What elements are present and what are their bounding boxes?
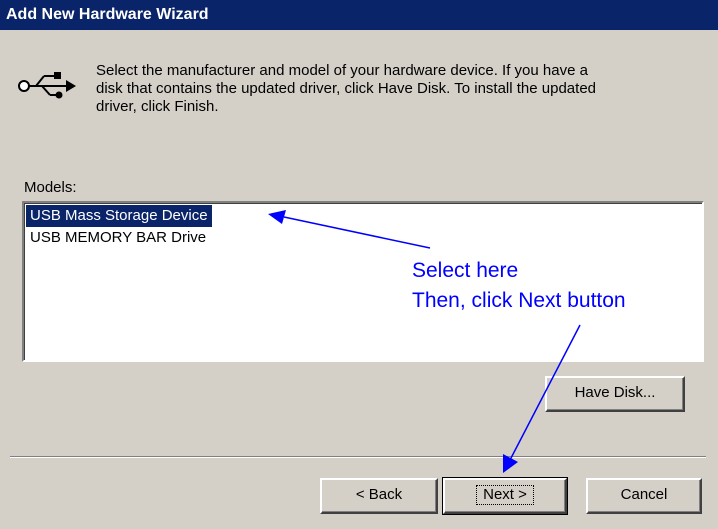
instruction-text: Select the manufacturer and model of you… <box>96 62 696 116</box>
back-button[interactable]: < Back <box>320 478 438 514</box>
models-label: Models: <box>24 179 77 196</box>
list-item-usb-mass-storage[interactable]: USB Mass Storage Device <box>26 205 212 227</box>
cancel-button[interactable]: Cancel <box>586 478 702 514</box>
next-button[interactable]: Next > <box>442 477 568 515</box>
usb-icon <box>18 72 76 99</box>
instruction-line: driver, click Finish. <box>96 98 219 115</box>
instruction-line: disk that contains the updated driver, c… <box>96 80 597 97</box>
annotation-line: Then, click Next button <box>412 289 626 312</box>
next-label: Next > <box>476 485 534 505</box>
window-title: Add New Hardware Wizard <box>6 6 209 23</box>
have-disk-button[interactable]: Have Disk... <box>545 376 685 412</box>
cancel-label: Cancel <box>620 486 668 503</box>
back-label: < Back <box>355 486 403 503</box>
annotation-text: Select here Then, click Next button <box>412 256 626 316</box>
annotation-line: Select here <box>412 259 519 282</box>
separator <box>10 456 706 458</box>
list-item-usb-memory-bar[interactable]: USB MEMORY BAR Drive <box>26 227 210 249</box>
instruction-line: Select the manufacturer and model of you… <box>96 62 588 79</box>
have-disk-label: Have Disk... <box>574 384 656 401</box>
title-bar: Add New Hardware Wizard <box>0 0 718 30</box>
